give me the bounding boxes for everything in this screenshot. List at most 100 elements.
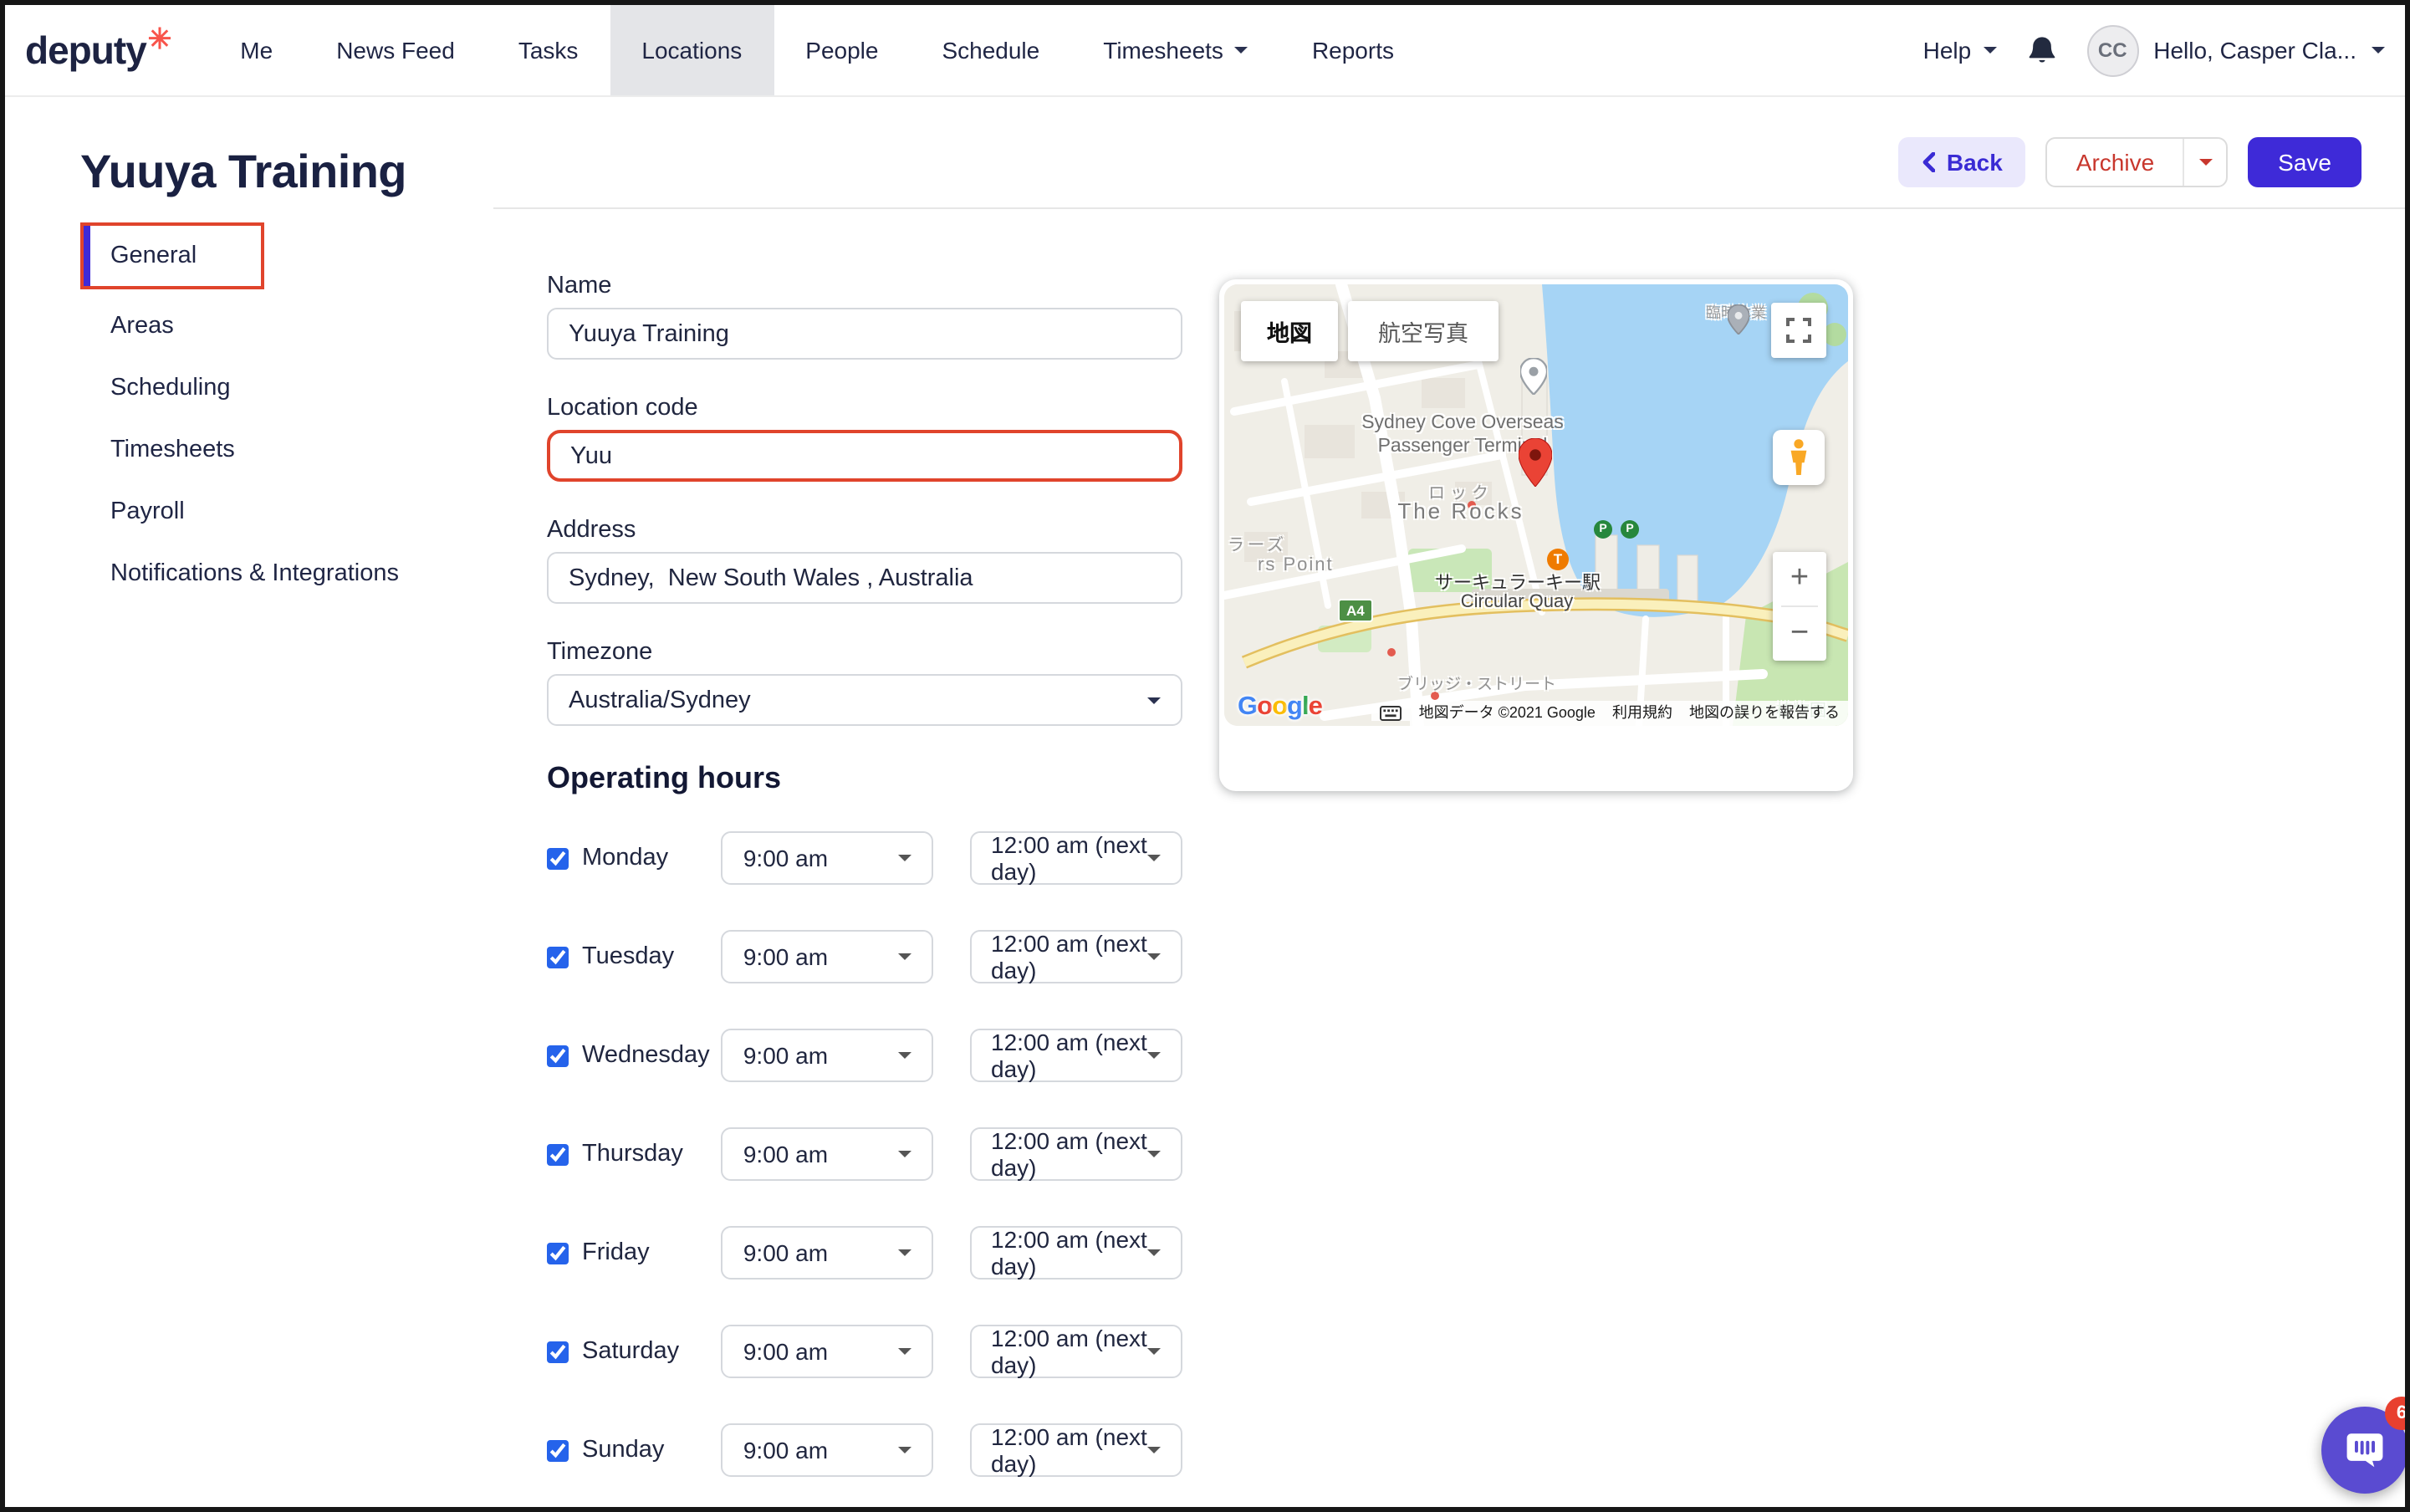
location-code-label: Location code: [547, 395, 1182, 421]
label-the-rocks: The Rocks: [1365, 498, 1557, 524]
nav-item-locations[interactable]: Locations: [610, 5, 774, 95]
nav-item-tasks[interactable]: Tasks: [487, 5, 610, 95]
fullscreen-button[interactable]: [1771, 303, 1826, 358]
save-button[interactable]: Save: [2248, 137, 2361, 187]
archive-split-button: Archive: [2046, 137, 2228, 187]
timezone-value: Australia/Sydney: [569, 687, 751, 713]
day-checkbox[interactable]: [547, 944, 569, 969]
day-label: Tuesday: [582, 943, 722, 970]
deputy-logo-text: deputy: [25, 28, 146, 73]
nav-item-label: Reports: [1312, 37, 1394, 64]
parking-icon: P: [1594, 520, 1612, 539]
nav-item-reports[interactable]: Reports: [1280, 5, 1426, 95]
notifications-bell-icon[interactable]: [2025, 33, 2058, 68]
nav-item-timesheets[interactable]: Timesheets: [1071, 5, 1280, 95]
back-button-label: Back: [1947, 149, 2003, 176]
day-label: Monday: [582, 845, 722, 871]
open-time-select[interactable]: 9:00 am: [722, 1423, 932, 1477]
archive-button[interactable]: Archive: [2048, 139, 2183, 186]
operating-hours-row-sunday: Sunday 9:00 am 12:00 am (next day): [547, 1423, 1182, 1477]
sidebar-item-timesheets[interactable]: Timesheets: [80, 437, 507, 463]
day-checkbox[interactable]: [547, 1043, 569, 1068]
open-time-select[interactable]: 9:00 am: [722, 1127, 932, 1181]
label-millers-point: rs Point: [1258, 555, 1334, 575]
map-attribution-bar: 地図データ ©2021 Google 利用規約 地図の誤りを報告する: [1224, 701, 1848, 726]
name-input[interactable]: [547, 308, 1182, 360]
avatar: CC: [2086, 24, 2138, 76]
open-time-select[interactable]: 9:00 am: [722, 1029, 932, 1082]
transit-station-icon: T: [1547, 549, 1569, 570]
zoom-in-button[interactable]: +: [1773, 552, 1826, 605]
open-time-select[interactable]: 9:00 am: [722, 1226, 932, 1280]
archive-button-label: Archive: [2076, 149, 2154, 176]
close-time-select[interactable]: 12:00 am (next day): [969, 1226, 1182, 1280]
open-time-value: 9:00 am: [743, 1437, 828, 1463]
sidebar-item-payroll[interactable]: Payroll: [80, 498, 507, 525]
street-view-pegman-button[interactable]: [1773, 430, 1825, 485]
help-label: Help: [1923, 37, 1972, 64]
close-time-select[interactable]: 12:00 am (next day): [969, 930, 1182, 983]
nav-item-label: News Feed: [336, 37, 455, 64]
close-time-value: 12:00 am (next day): [991, 831, 1147, 885]
nav-item-me[interactable]: Me: [208, 5, 304, 95]
day-label: Friday: [582, 1239, 722, 1266]
satellite-button[interactable]: 航空写真: [1348, 301, 1499, 361]
chat-launcher-button[interactable]: 6: [2321, 1407, 2408, 1494]
open-time-select[interactable]: 9:00 am: [722, 831, 932, 885]
poi-marker-icon: [1728, 304, 1749, 343]
operating-hours-row-saturday: Saturday 9:00 am 12:00 am (next day): [547, 1325, 1182, 1378]
day-checkbox[interactable]: [547, 845, 569, 871]
close-time-select[interactable]: 12:00 am (next day): [969, 1029, 1182, 1082]
user-menu[interactable]: CC Hello, Casper Cla...: [2086, 24, 2385, 76]
chevron-down-icon: [1235, 47, 1248, 54]
sidebar-item-notifications-integrations[interactable]: Notifications & Integrations: [80, 560, 507, 587]
nav-item-label: Locations: [641, 37, 742, 64]
close-time-value: 12:00 am (next day): [991, 1029, 1147, 1082]
chevron-down-icon: [2198, 159, 2212, 166]
chevron-down-icon: [1147, 1249, 1161, 1256]
location-settings-form: Name Location code Address Timezone Aust…: [547, 273, 1182, 1512]
map-type-button[interactable]: 地図: [1241, 301, 1338, 361]
close-time-select[interactable]: 12:00 am (next day): [969, 1423, 1182, 1477]
nav-item-label: Tasks: [518, 37, 579, 64]
day-checkbox[interactable]: [547, 1240, 569, 1265]
help-menu[interactable]: Help: [1923, 37, 1997, 64]
parking-icon: P: [1621, 520, 1639, 539]
close-time-select[interactable]: 12:00 am (next day): [969, 1325, 1182, 1378]
archive-dropdown-button[interactable]: [2183, 139, 2226, 186]
close-time-value: 12:00 am (next day): [991, 1127, 1147, 1181]
operating-hours-title: Operating hours: [547, 761, 1182, 796]
operating-hours-row-friday: Friday 9:00 am 12:00 am (next day): [547, 1226, 1182, 1280]
chevron-down-icon: [1983, 47, 1996, 54]
label-millers-point-ja: ラーズ: [1228, 530, 1287, 555]
location-code-input[interactable]: [547, 430, 1182, 482]
open-time-select[interactable]: 9:00 am: [722, 1325, 932, 1378]
back-button[interactable]: Back: [1898, 137, 2026, 187]
nav-item-people[interactable]: People: [774, 5, 910, 95]
report-map-error-link[interactable]: 地図の誤りを報告する: [1681, 701, 1848, 726]
nav-item-news-feed[interactable]: News Feed: [304, 5, 487, 95]
address-field-group: Address: [547, 517, 1182, 604]
nav-item-schedule[interactable]: Schedule: [910, 5, 1071, 95]
close-time-select[interactable]: 12:00 am (next day): [969, 1127, 1182, 1181]
day-checkbox[interactable]: [547, 1438, 569, 1463]
chevron-down-icon: [897, 1348, 911, 1355]
zoom-out-button[interactable]: −: [1773, 607, 1826, 661]
terms-link[interactable]: 利用規約: [1604, 701, 1681, 726]
sidebar-item-general[interactable]: General: [80, 222, 264, 289]
deputy-logo[interactable]: deputy ✳: [25, 5, 171, 95]
google-map[interactable]: Sydney Cove Overseas Passenger Terminal …: [1224, 284, 1848, 726]
location-pin-icon[interactable]: [1519, 438, 1552, 495]
deputy-spark-icon: ✳: [148, 23, 172, 57]
address-input[interactable]: [547, 552, 1182, 604]
timezone-select[interactable]: Australia/Sydney: [547, 674, 1182, 726]
settings-sidebar: General Areas Scheduling Timesheets Payr…: [80, 222, 507, 587]
day-checkbox[interactable]: [547, 1339, 569, 1364]
keyboard-shortcuts-icon[interactable]: [1372, 706, 1411, 721]
open-time-select[interactable]: 9:00 am: [722, 930, 932, 983]
sidebar-item-scheduling[interactable]: Scheduling: [80, 375, 507, 401]
sidebar-item-areas[interactable]: Areas: [80, 313, 507, 340]
day-checkbox[interactable]: [547, 1142, 569, 1167]
close-time-select[interactable]: 12:00 am (next day): [969, 831, 1182, 885]
route-a4-shield: A4: [1338, 599, 1373, 622]
